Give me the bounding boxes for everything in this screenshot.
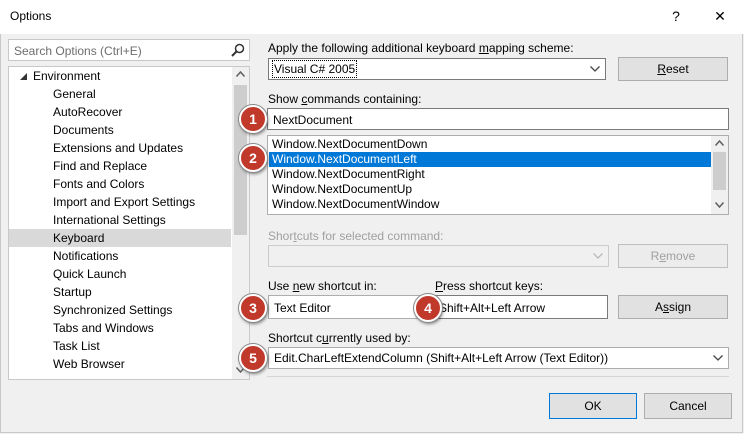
command-list-scrollbar[interactable] <box>711 136 728 214</box>
tree-item-label: Keyboard <box>53 231 105 245</box>
callout-marker-1: 1 <box>239 105 267 133</box>
tree-item-task-list[interactable]: Task List <box>9 337 231 355</box>
search-placeholder: Search Options (Ctrl+E) <box>14 44 142 58</box>
tree-item-autorecover[interactable]: AutoRecover <box>9 103 231 121</box>
currently-used-value: Edit.CharLeftExtendColumn (Shift+Alt+Lef… <box>274 351 609 365</box>
ok-button[interactable]: OK <box>549 393 637 419</box>
mapping-scheme-label: Apply the following additional keyboard … <box>268 41 574 55</box>
tree-item-documents[interactable]: Documents <box>9 121 231 139</box>
mapping-scheme-value: Visual C# 2005 <box>271 60 358 78</box>
help-button[interactable]: ? <box>661 4 691 28</box>
tree-item-label: International Settings <box>53 213 166 227</box>
tree-item-label: Web Browser <box>53 357 125 371</box>
command-list-item[interactable]: Window.NextDocumentWindowNav <box>269 212 711 214</box>
tree-item-import-and-export-settings[interactable]: Import and Export Settings <box>9 193 231 211</box>
tree-item-label: Synchronized Settings <box>53 303 173 317</box>
tree-item-tabs-and-windows[interactable]: Tabs and Windows <box>9 319 231 337</box>
title-bar <box>0 0 744 34</box>
chevron-down-icon[interactable] <box>590 246 606 266</box>
tree-item-extensions-and-updates[interactable]: Extensions and Updates <box>9 139 231 157</box>
command-list-item[interactable]: Window.NextDocumentRight <box>269 167 711 182</box>
use-new-shortcut-value: Text Editor <box>274 301 331 315</box>
tree-item-synchronized-settings[interactable]: Synchronized Settings <box>9 301 231 319</box>
tree-item-label: Task List <box>53 339 100 353</box>
tree-item-label: Quick Launch <box>53 267 127 281</box>
window-title: Options <box>10 9 52 23</box>
scroll-up-icon[interactable] <box>715 140 724 146</box>
tree-item-label: Find and Replace <box>53 159 148 173</box>
tree-item-quick-launch[interactable]: Quick Launch <box>9 265 231 283</box>
command-list[interactable]: Window.NextDocumentDown Window.NextDocume… <box>267 135 729 215</box>
show-commands-label: Show commands containing: <box>268 92 422 106</box>
show-commands-value: NextDocument <box>273 113 353 127</box>
mapping-scheme-select[interactable]: Visual C# 2005 <box>268 58 606 80</box>
tree-item-fonts-and-colors[interactable]: Fonts and Colors <box>9 175 231 193</box>
tree-item-label: Tabs and Windows <box>53 321 154 335</box>
command-list-item[interactable]: Window.NextDocumentUp <box>269 182 711 197</box>
collapse-icon[interactable] <box>19 72 28 81</box>
tree-item-find-and-replace[interactable]: Find and Replace <box>9 157 231 175</box>
chevron-down-icon[interactable] <box>710 348 726 368</box>
press-shortcut-value: Shift+Alt+Left Arrow <box>439 301 546 315</box>
scroll-up-icon[interactable] <box>236 71 245 77</box>
use-new-shortcut-label: Use new shortcut in: <box>268 279 377 293</box>
show-commands-input[interactable]: NextDocument <box>267 108 729 130</box>
tree-item-label: AutoRecover <box>53 105 123 119</box>
tree-item-label: General <box>53 87 96 101</box>
tree-item-keyboard[interactable]: Keyboard <box>9 229 231 247</box>
press-shortcut-label: Press shortcut keys: <box>435 279 544 293</box>
tree-item-environment[interactable]: Environment <box>9 67 231 85</box>
cancel-button[interactable]: Cancel <box>644 393 732 419</box>
currently-used-label: Shortcut currently used by: <box>268 331 411 345</box>
tree-item-startup[interactable]: Startup <box>9 283 231 301</box>
remove-button[interactable]: Remove <box>618 244 728 268</box>
tree-item-label: Fonts and Colors <box>53 177 145 191</box>
currently-used-select[interactable]: Edit.CharLeftExtendColumn (Shift+Alt+Lef… <box>268 347 729 369</box>
close-button[interactable]: ✕ <box>705 4 735 28</box>
press-shortcut-input[interactable]: Shift+Alt+Left Arrow <box>433 295 608 319</box>
tree-item-label: Documents <box>53 123 114 137</box>
assign-button[interactable]: Assign <box>618 295 728 319</box>
command-list-item[interactable]: Window.NextDocumentWindow <box>269 197 711 212</box>
callout-marker-5: 5 <box>239 344 267 372</box>
callout-marker-2: 2 <box>239 144 267 172</box>
tree-item-general[interactable]: General <box>9 85 231 103</box>
reset-button[interactable]: Reset <box>618 57 728 81</box>
tree-item-label: Environment <box>33 69 101 83</box>
callout-marker-4: 4 <box>414 294 442 322</box>
shortcuts-select[interactable] <box>268 245 609 267</box>
search-icon[interactable] <box>230 42 246 58</box>
options-tree[interactable]: Environment General AutoRecover Documents E… <box>8 66 250 380</box>
tree-item-notifications[interactable]: Notifications <box>9 247 231 265</box>
divider <box>267 376 729 377</box>
tree-item-label: Notifications <box>53 249 119 263</box>
tree-item-web-browser[interactable]: Web Browser <box>9 355 231 373</box>
chevron-down-icon[interactable] <box>587 59 603 79</box>
tree-item-label: Startup <box>53 285 92 299</box>
tree-item-international-settings[interactable]: International Settings <box>9 211 231 229</box>
tree-item-label: Extensions and Updates <box>53 141 184 155</box>
tree-item-label: Import and Export Settings <box>53 195 196 209</box>
command-list-item[interactable]: Window.NextDocumentLeft <box>269 152 711 167</box>
command-list-scroll-thumb[interactable] <box>713 152 726 190</box>
callout-marker-3: 3 <box>239 294 267 322</box>
use-new-shortcut-select[interactable]: Text Editor <box>268 295 423 319</box>
shortcuts-label: Shortcuts for selected command: <box>268 229 444 243</box>
command-list-item[interactable]: Window.NextDocumentDown <box>269 137 711 152</box>
scroll-down-icon[interactable] <box>715 202 724 208</box>
search-input[interactable]: Search Options (Ctrl+E) <box>8 39 250 61</box>
